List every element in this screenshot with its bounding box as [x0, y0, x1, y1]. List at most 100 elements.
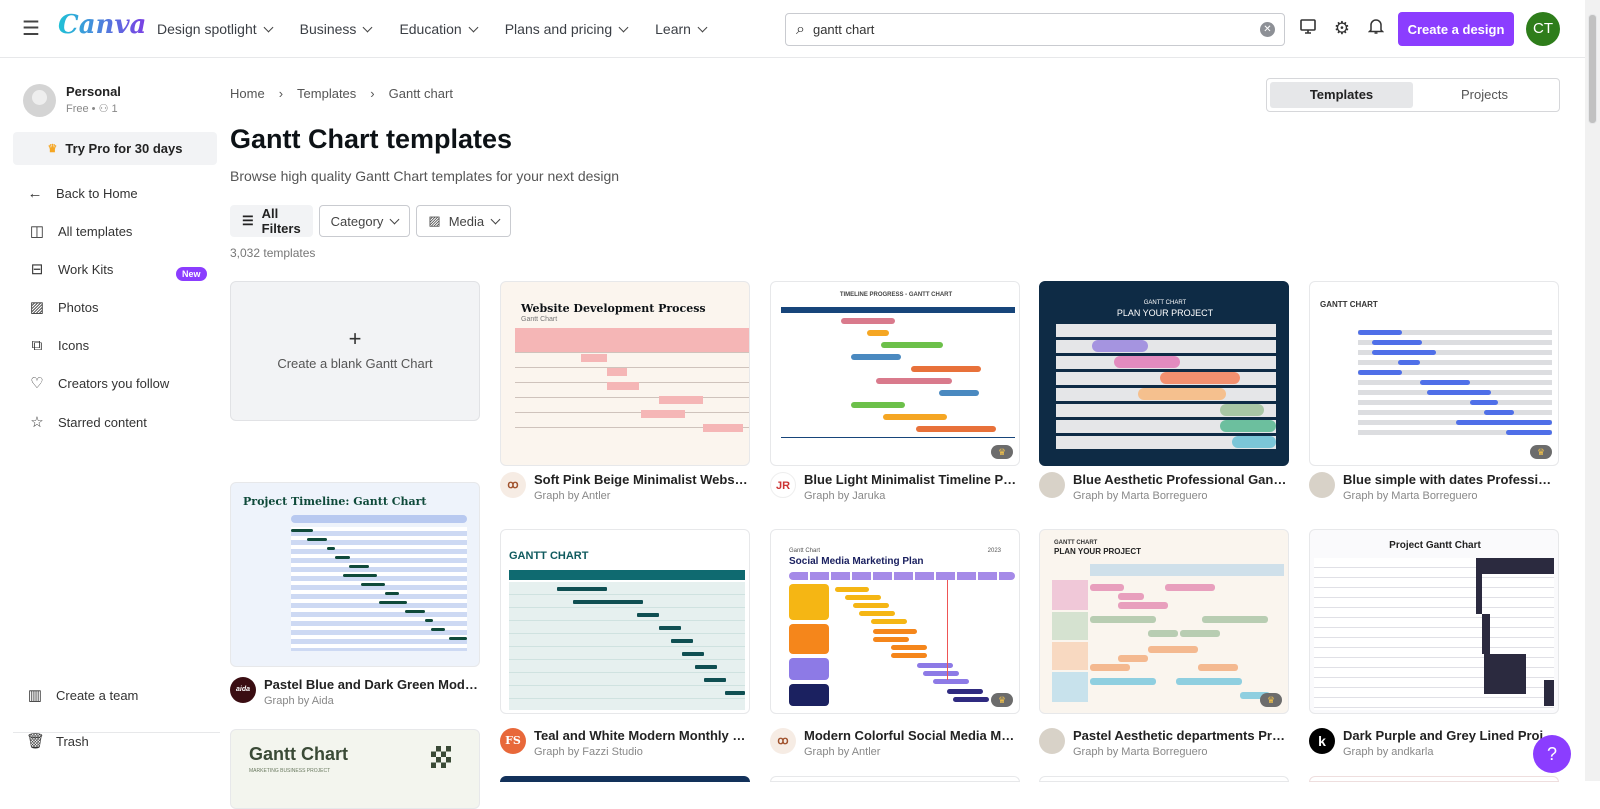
chevron-down-icon [490, 214, 501, 224]
help-button[interactable]: ? [1533, 735, 1571, 773]
search-box: ⌕ ✕ [785, 13, 1285, 46]
breadcrumb-templates[interactable]: Templates [297, 86, 356, 101]
template-card-partial[interactable] [1309, 776, 1559, 782]
creator-avatar: k [1309, 728, 1335, 754]
template-title[interactable]: Soft Pink Beige Minimalist Website ... [534, 472, 749, 487]
profile-plan: Free • ⚇ 1 [66, 103, 118, 115]
template-thumbnail[interactable]: TIMELINE PROGRESS - GANTT CHART ♛ [770, 281, 1020, 466]
template-title[interactable]: Modern Colorful Social Media Marke... [804, 728, 1019, 743]
template-author[interactable]: Graph by Marta Borreguero [1073, 490, 1288, 502]
breadcrumb: Home › Templates › Gantt chart [230, 86, 453, 101]
template-thumbnail[interactable]: GANTT CHART PLAN YOUR PROJECT [1039, 281, 1289, 466]
sidebar-item-creators[interactable]: ♡ Creators you follow [28, 372, 169, 394]
menu-icon[interactable]: ☰ [22, 18, 40, 40]
chevron-down-icon [697, 22, 708, 32]
sidebar-item-icons[interactable]: ⧉ Icons [28, 334, 89, 356]
template-card-partial[interactable] [770, 776, 1020, 782]
sidebar-item-all-templates[interactable]: ◫ All templates [28, 220, 133, 242]
create-design-button[interactable]: Create a design [1398, 12, 1514, 46]
plus-icon: + [348, 326, 362, 351]
creator-avatar: ꝏ [500, 472, 526, 498]
media-dropdown[interactable]: ▨ Media [416, 205, 512, 237]
template-thumbnail[interactable]: Gantt Chart MARKETING BUSINESS PROJECT [230, 729, 480, 809]
nav-learn[interactable]: Learn [655, 18, 708, 40]
template-author[interactable]: Graph by andkarla [1343, 746, 1558, 758]
template-title[interactable]: Teal and White Modern Monthly Tas... [534, 728, 749, 743]
template-title[interactable]: Dark Purple and Grey Lined Project [1343, 728, 1558, 743]
star-icon: ☆ [30, 414, 44, 431]
template-title[interactable]: Blue Light Minimalist Timeline Progr... [804, 472, 1019, 487]
all-filters-button[interactable]: ☰ All Filters [230, 205, 313, 237]
template-thumbnail[interactable]: Project Timeline: Gantt Chart [230, 482, 480, 667]
arrow-left-icon: ← [27, 184, 43, 202]
tab-templates[interactable]: Templates [1270, 82, 1413, 108]
template-title[interactable]: Blue Aesthetic Professional Gantt Gr... [1073, 472, 1288, 487]
chevron-down-icon [263, 22, 274, 32]
template-thumbnail[interactable]: Website Development Process Gantt Chart [500, 281, 750, 466]
trash-link[interactable]: 🗑 Trash [26, 730, 89, 752]
back-to-home-link[interactable]: ← Back to Home [26, 182, 138, 204]
chevron-down-icon [389, 214, 400, 224]
template-count: 3,032 templates [230, 246, 316, 260]
template-card-partial[interactable] [500, 776, 750, 782]
sidebar-item-work-kits[interactable]: ⊟ Work Kits [28, 258, 114, 280]
template-thumbnail[interactable]: GANTT CHART PLAN YOUR PROJECT ♛ [1039, 529, 1289, 714]
create-team-link[interactable]: ▥ Create a team [26, 684, 138, 706]
clear-search-icon[interactable]: ✕ [1260, 22, 1275, 37]
new-badge: New [176, 267, 207, 281]
pro-crown-icon: ♛ [1260, 693, 1282, 707]
filter-bar: ☰ All Filters Category ▨ Media [230, 205, 512, 237]
template-author[interactable]: Graph by Fazzi Studio [534, 746, 749, 758]
page-scrollbar[interactable] [1585, 0, 1600, 781]
settings-gear-icon[interactable]: ⚙ [1331, 17, 1353, 39]
chevron-down-icon [468, 22, 479, 32]
template-thumbnail[interactable]: Project Gantt Chart [1309, 529, 1559, 714]
tab-projects[interactable]: Projects [1413, 82, 1556, 108]
template-author[interactable]: Graph by Antler [534, 490, 749, 502]
template-author[interactable]: Graph by Antler [804, 746, 1019, 758]
create-blank-card[interactable]: + Create a blank Gantt Chart [230, 281, 480, 421]
template-author[interactable]: Graph by Jaruka [804, 490, 1019, 502]
creator-avatar [1309, 472, 1335, 498]
crown-icon: ♛ [47, 143, 58, 155]
desktop-icon[interactable] [1297, 17, 1319, 39]
template-thumbnail[interactable]: GANTT CHART ♛ [1309, 281, 1559, 466]
template-meta: aida Pastel Blue and Dark Green Modern .… [230, 677, 480, 707]
nav-education[interactable]: Education [399, 18, 479, 40]
template-title[interactable]: Pastel Aesthetic departments Profes... [1073, 728, 1288, 743]
creator-avatar: ꝏ [770, 728, 796, 754]
category-dropdown[interactable]: Category [318, 205, 411, 237]
canva-logo[interactable]: Canva [58, 10, 146, 40]
breadcrumb-home[interactable]: Home [230, 86, 265, 101]
sidebar-item-photos[interactable]: ▨ Photos [28, 296, 99, 318]
profile-switcher[interactable]: Personal Free • ⚇ 1 [23, 84, 121, 117]
page-subtitle: Browse high quality Gantt Chart template… [230, 168, 620, 184]
template-title[interactable]: Pastel Blue and Dark Green Modern ... [264, 677, 479, 692]
top-nav: Design spotlight Business Education Plan… [157, 18, 734, 40]
scrollbar-thumb[interactable] [1588, 14, 1597, 124]
sidebar-item-starred[interactable]: ☆ Starred content [28, 411, 147, 433]
search-input[interactable] [812, 22, 1233, 37]
trash-icon: 🗑 [26, 733, 46, 750]
template-author[interactable]: Graph by Marta Borreguero [1343, 490, 1558, 502]
nav-plans-pricing[interactable]: Plans and pricing [505, 18, 629, 40]
creator-avatar [1039, 728, 1065, 754]
nav-design-spotlight[interactable]: Design spotlight [157, 18, 274, 40]
creator-avatar: aida [230, 677, 256, 703]
template-title[interactable]: Blue simple with dates Professional ... [1343, 472, 1558, 487]
try-pro-button[interactable]: ♛ Try Pro for 30 days [13, 132, 217, 165]
notification-bell-icon[interactable] [1365, 17, 1387, 39]
template-thumbnail[interactable]: Gantt Chart 2023 Social Media Marketing … [770, 529, 1020, 714]
user-avatar[interactable]: CT [1526, 12, 1560, 46]
template-thumbnail[interactable]: GANTT CHART [500, 529, 750, 714]
layout-icon: ◫ [29, 223, 45, 240]
template-author[interactable]: Graph by Aida [264, 695, 479, 707]
template-card-partial[interactable] [1039, 776, 1289, 782]
sidebar: Personal Free • ⚇ 1 ♛ Try Pro for 30 days… [0, 58, 220, 781]
top-header: ☰ Canva Design spotlight Business Educat… [0, 0, 1585, 58]
pro-crown-icon: ♛ [1530, 445, 1552, 459]
nav-business[interactable]: Business [300, 18, 373, 40]
breadcrumb-current: Gantt chart [388, 86, 453, 101]
template-author[interactable]: Graph by Marta Borreguero [1073, 746, 1288, 758]
template-meta: k Dark Purple and Grey Lined Project Grap… [1309, 728, 1559, 758]
